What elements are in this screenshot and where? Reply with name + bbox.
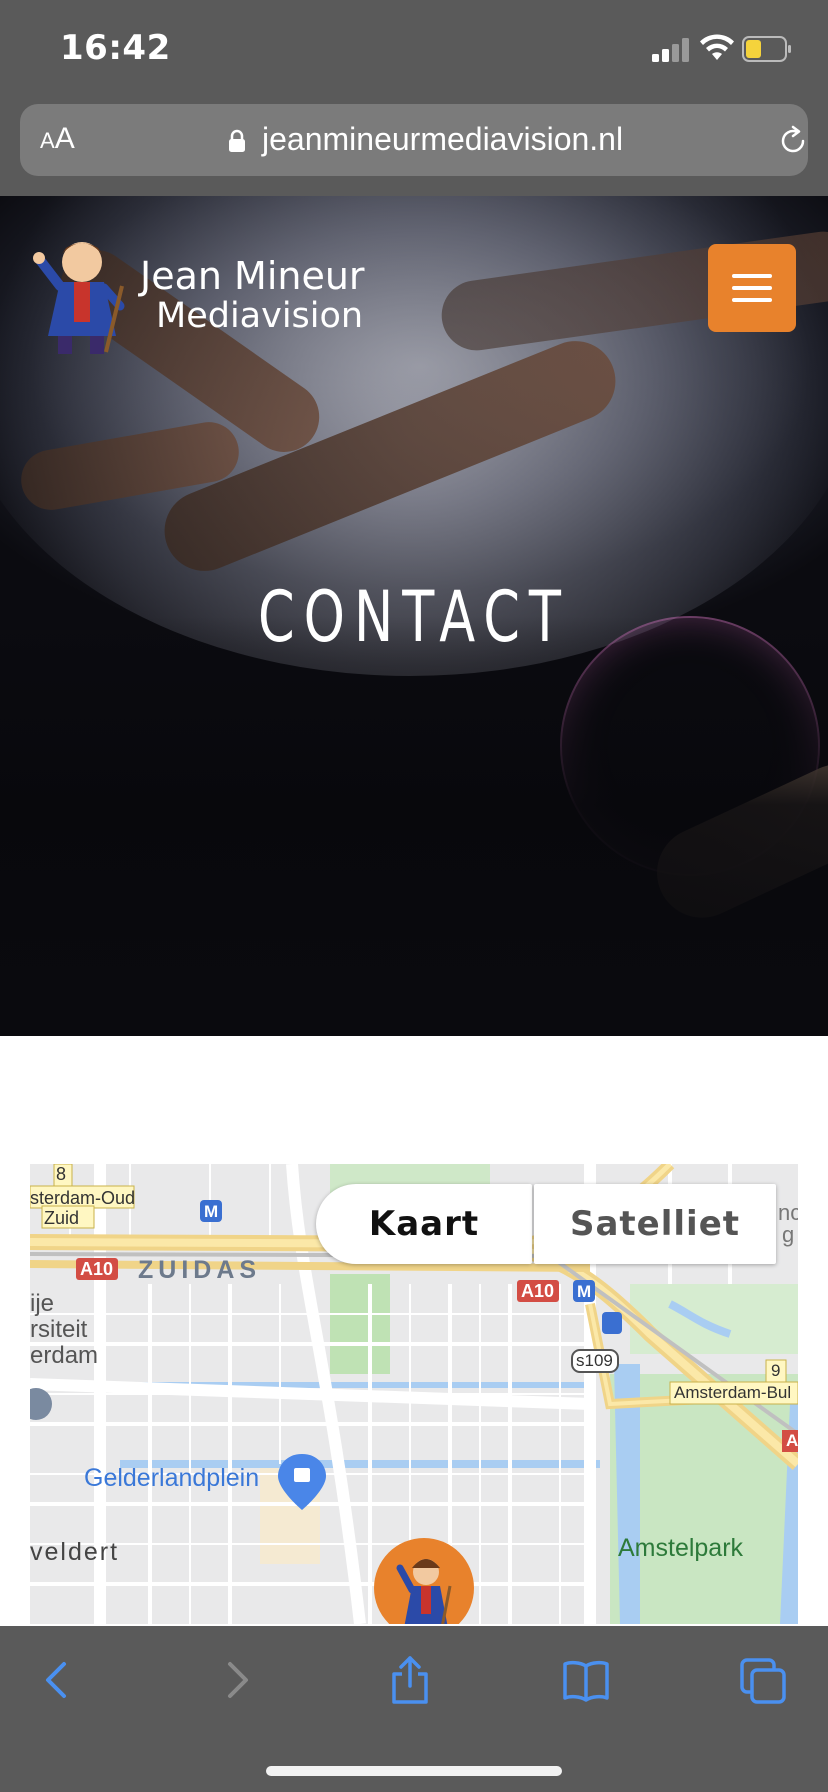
- mascot-icon: [396, 1559, 452, 1624]
- status-bar: 16:42: [0, 0, 828, 96]
- map-label-park: Amstelpark: [618, 1534, 744, 1562]
- share-icon[interactable]: [386, 1656, 434, 1704]
- hamburger-menu-icon: [732, 274, 772, 278]
- hamburger-menu-icon: [732, 298, 772, 302]
- map-label-area: sterdam-Oud: [30, 1188, 136, 1208]
- address-bar[interactable]: AA jeanmineurmediavision.nl: [20, 104, 808, 176]
- map-label-place: ije: [30, 1290, 55, 1317]
- home-indicator[interactable]: [266, 1766, 562, 1776]
- site-logo[interactable]: Jean Mineur Mediavision: [30, 236, 380, 356]
- map-label-district: ZUIDAS: [138, 1256, 262, 1284]
- lock-icon: [229, 129, 245, 152]
- text-size-button[interactable]: AA: [40, 122, 75, 156]
- screen: 16:42 AA jeanmineurmediavision.nl Jean M…: [0, 0, 828, 1792]
- map-label-shopping: Gelderlandplein: [84, 1464, 260, 1492]
- logo-text-line2: Mediavision: [156, 296, 364, 336]
- map-type-satelliet-button[interactable]: Satelliet: [534, 1184, 776, 1264]
- map-label-exit: 9: [771, 1361, 781, 1380]
- battery-icon: [742, 36, 791, 62]
- map-label-metro: M: [577, 1282, 592, 1301]
- forward-chevron-icon[interactable]: [212, 1656, 260, 1704]
- map-label-road: A: [786, 1431, 798, 1450]
- url-text: jeanmineurmediavision.nl: [262, 121, 624, 157]
- wifi-icon: [700, 34, 734, 60]
- hero-shade: [0, 616, 828, 1036]
- reload-icon[interactable]: [776, 124, 810, 158]
- hamburger-menu-icon: [732, 286, 772, 290]
- google-map[interactable]: 8 sterdam-Oud Zuid M A10 ZUIDAS A10 M ij…: [30, 1164, 798, 1624]
- map-label-place: veldert: [30, 1538, 120, 1566]
- back-chevron-icon[interactable]: [34, 1656, 82, 1704]
- map-label-area: Amsterdam-Bul: [674, 1383, 792, 1402]
- map-label-place: erdam: [30, 1342, 99, 1369]
- map-label-place: g: [782, 1222, 795, 1247]
- map-type-kaart-button[interactable]: Kaart: [316, 1184, 532, 1264]
- mascot-icon: [33, 242, 125, 354]
- map-label-metro: M: [204, 1202, 219, 1221]
- bookmarks-book-icon[interactable]: [562, 1656, 610, 1704]
- map-label-place: rsiteit: [30, 1316, 88, 1343]
- logo-text-line1: Jean Mineur: [140, 254, 365, 298]
- browser-toolbar: [0, 1626, 828, 1792]
- page-title: CONTACT: [258, 576, 570, 658]
- map-label-area: Zuid: [44, 1208, 80, 1228]
- tabs-icon[interactable]: [740, 1656, 788, 1704]
- browser-top-chrome: AA jeanmineurmediavision.nl: [0, 96, 828, 196]
- status-time: 16:42: [60, 28, 171, 68]
- map-label-road: A10: [521, 1281, 555, 1301]
- jean-mineur-mascot-pin-icon[interactable]: [374, 1538, 474, 1624]
- hamburger-menu-button[interactable]: [708, 244, 796, 332]
- map-label-exit: 8: [56, 1164, 67, 1184]
- cellular-signal-icon: [652, 38, 689, 62]
- map-label-road: A10: [80, 1259, 114, 1279]
- hero-banner: Jean Mineur Mediavision CONTACT: [0, 196, 828, 1036]
- map-label-route: s109: [576, 1351, 613, 1370]
